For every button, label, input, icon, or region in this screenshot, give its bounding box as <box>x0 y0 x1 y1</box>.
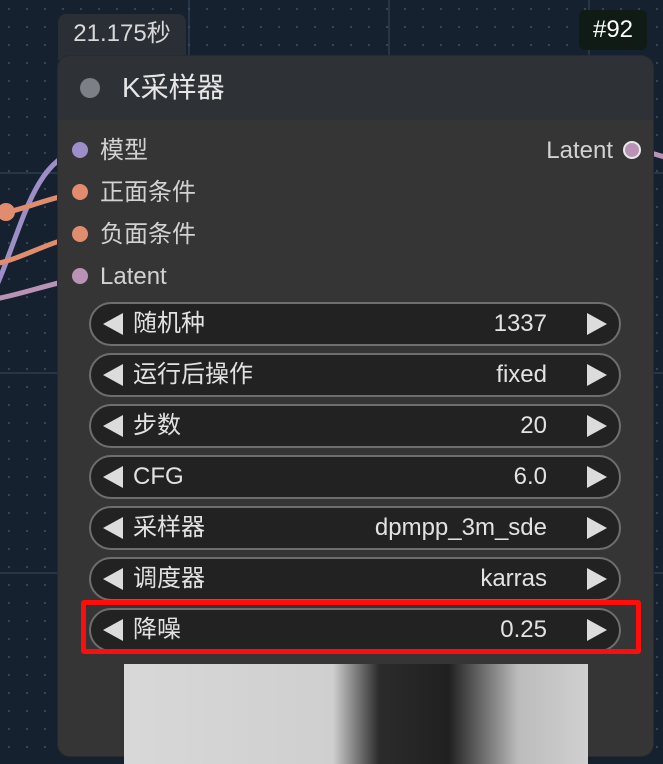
input-slot-latent-dot[interactable] <box>72 268 88 284</box>
wire-reroute-dot <box>0 203 15 221</box>
widget-value[interactable]: 6.0 <box>514 461 547 493</box>
widget-steps[interactable]: 步数 20 <box>89 404 621 448</box>
widget-label: 步数 <box>133 412 181 439</box>
decrement-arrow-icon[interactable] <box>103 466 123 488</box>
increment-arrow-icon[interactable] <box>587 364 607 386</box>
widget-value[interactable]: dpmpp_3m_sde <box>375 512 547 544</box>
execution-time-badge: 21.175秒 <box>58 14 186 60</box>
increment-arrow-icon[interactable] <box>587 415 607 437</box>
input-slot-latent: Latent <box>100 263 167 290</box>
collapse-dot[interactable] <box>80 78 100 98</box>
widget-scheduler[interactable]: 调度器 karras <box>89 557 621 601</box>
decrement-arrow-icon[interactable] <box>103 568 123 590</box>
decrement-arrow-icon[interactable] <box>103 415 123 437</box>
decrement-arrow-icon[interactable] <box>103 364 123 386</box>
widget-value[interactable]: 20 <box>520 410 547 442</box>
increment-arrow-icon[interactable] <box>587 619 607 641</box>
input-slot-negative-dot[interactable] <box>72 226 88 242</box>
widget-value[interactable]: fixed <box>496 359 547 391</box>
widget-label: 运行后操作 <box>133 361 253 388</box>
ksampler-node[interactable]: K采样器 模型 正面条件 负面条件 Latent Latent 随机种 1337… <box>58 56 653 764</box>
decrement-arrow-icon[interactable] <box>103 313 123 335</box>
widget-sampler[interactable]: 采样器 dpmpp_3m_sde <box>89 506 621 550</box>
widget-cfg[interactable]: CFG 6.0 <box>89 455 621 499</box>
decrement-arrow-icon[interactable] <box>103 619 123 641</box>
increment-arrow-icon[interactable] <box>587 313 607 335</box>
widget-seed[interactable]: 随机种 1337 <box>89 302 621 346</box>
widget-label: 调度器 <box>133 565 205 592</box>
widget-control-after-generate[interactable]: 运行后操作 fixed <box>89 353 621 397</box>
increment-arrow-icon[interactable] <box>587 517 607 539</box>
widget-label: 采样器 <box>133 514 205 541</box>
widget-label: CFG <box>133 463 184 490</box>
widget-value[interactable]: karras <box>480 563 547 595</box>
output-slot-latent: Latent <box>546 137 613 164</box>
widget-label: 随机种 <box>133 310 205 337</box>
widget-denoise[interactable]: 降噪 0.25 <box>89 608 621 652</box>
input-slot-positive: 正面条件 <box>100 179 196 206</box>
increment-arrow-icon[interactable] <box>587 568 607 590</box>
input-slot-model: 模型 <box>100 137 148 164</box>
decrement-arrow-icon[interactable] <box>103 517 123 539</box>
node-header[interactable]: K采样器 <box>58 56 653 120</box>
input-slot-positive-dot[interactable] <box>72 184 88 200</box>
node-title: K采样器 <box>122 72 225 103</box>
widget-value[interactable]: 0.25 <box>500 614 547 646</box>
input-slot-negative: 负面条件 <box>100 221 196 248</box>
widget-label: 降噪 <box>133 616 181 643</box>
image-preview <box>124 664 588 764</box>
increment-arrow-icon[interactable] <box>587 466 607 488</box>
input-slot-model-dot[interactable] <box>72 142 88 158</box>
output-slot-latent-dot[interactable] <box>623 141 641 159</box>
widget-value[interactable]: 1337 <box>494 308 547 340</box>
node-id-badge: #92 <box>579 10 647 50</box>
